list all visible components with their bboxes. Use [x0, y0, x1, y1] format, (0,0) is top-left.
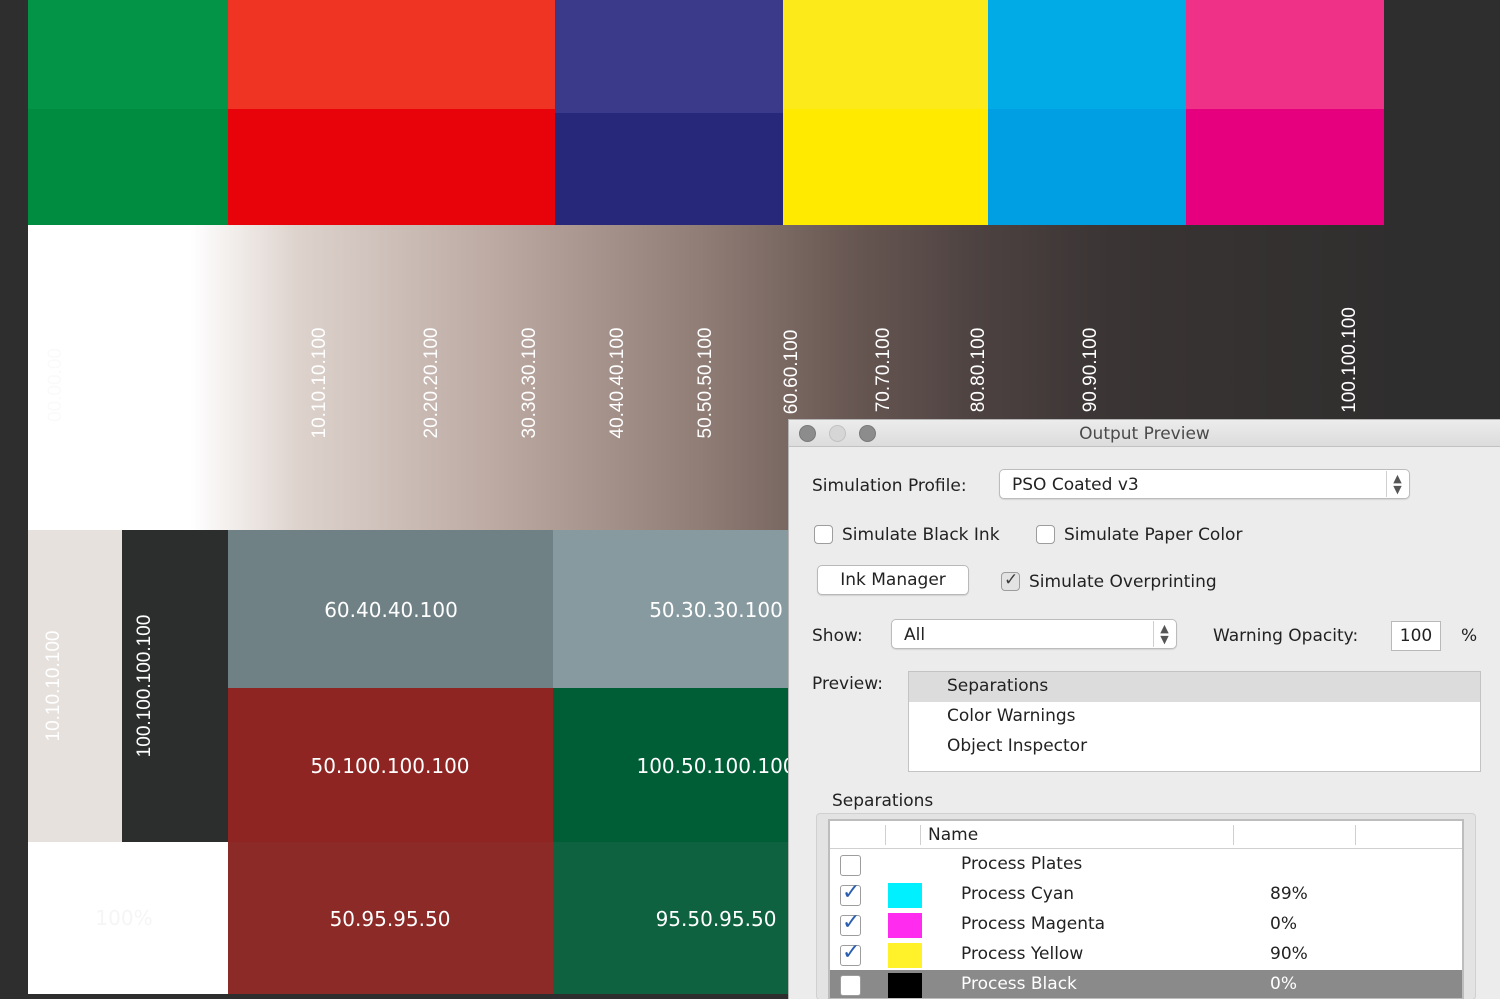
simulate-black-ink-checkbox[interactable] — [814, 525, 833, 544]
simulation-profile-select[interactable]: PSO Coated v3 ▲ ▼ — [999, 469, 1410, 499]
separation-name: Process Magenta — [961, 914, 1106, 934]
gradient-label-8: 80.80.100 — [968, 327, 989, 413]
separation-percent: 0% — [1270, 974, 1297, 994]
gradient-label-faint: 00.00.00 — [45, 348, 66, 422]
preview-item-separations[interactable]: Separations — [909, 672, 1480, 702]
separation-name: Process Cyan — [961, 884, 1075, 904]
simulate-paper-color-checkbox[interactable] — [1036, 525, 1055, 544]
separations-table: Name Process Plates Process Cyan 89% Pro… — [828, 819, 1464, 999]
gradient-label-2: 20.20.20.100 — [421, 327, 442, 439]
swatch-blue-bottom — [555, 113, 783, 225]
preview-item-label: Color Warnings — [947, 706, 1076, 726]
gradient-label-5: 50.50.50.100 — [695, 327, 716, 439]
left-label-light: 10.10.10.100 — [43, 630, 64, 742]
swatch-magenta-top — [1186, 0, 1384, 109]
swatch-yellow-bottom — [783, 109, 988, 225]
show-label: Show: — [812, 626, 863, 646]
swatch-green-bottom — [28, 109, 228, 225]
white-label-faint: 100% — [95, 906, 153, 930]
cell-r1c2-label: 50.30.30.100 — [649, 598, 783, 622]
gradient-label-4: 40.40.40.100 — [607, 327, 628, 439]
gradient-label-7: 70.70.100 — [873, 327, 894, 413]
preview-item-color-warnings[interactable]: Color Warnings — [909, 702, 1480, 732]
simulate-paper-color-label: Simulate Paper Color — [1064, 525, 1243, 545]
column-divider — [1233, 825, 1234, 845]
dialog-title: Output Preview — [1079, 424, 1210, 444]
simulate-overprinting-label: Simulate Overprinting — [1029, 572, 1217, 592]
separation-row-process-magenta[interactable]: Process Magenta 0% — [830, 910, 1462, 940]
stepper-arrows-icon: ▲ ▼ — [1153, 621, 1175, 647]
preview-item-label: Separations — [947, 676, 1049, 696]
gradient-label-9: 90.90.100 — [1080, 327, 1101, 413]
yellow-swatch — [888, 943, 922, 968]
swatch-green-top — [28, 0, 228, 109]
gradient-label-3: 30.30.30.100 — [519, 327, 540, 439]
separations-group-label: Separations — [832, 791, 934, 811]
cell-r2c2-label: 100.50.100.100 — [636, 754, 796, 778]
simulation-profile-value: PSO Coated v3 — [1012, 475, 1139, 495]
preview-item-label: Object Inspector — [947, 736, 1088, 756]
output-preview-dialog: Output Preview Simulation Profile: PSO C… — [788, 419, 1500, 999]
swatch-blue-top — [555, 0, 783, 113]
column-divider — [1355, 825, 1356, 845]
swatch-red-top — [228, 0, 555, 109]
black-swatch — [888, 973, 922, 998]
stepper-arrows-icon: ▲ ▼ — [1386, 471, 1408, 497]
separation-checkbox[interactable] — [840, 910, 861, 936]
show-select[interactable]: All ▲ ▼ — [891, 619, 1177, 649]
separation-row-process-plates[interactable]: Process Plates — [830, 850, 1462, 880]
percent-label: % — [1461, 626, 1478, 646]
preview-label: Preview: — [812, 674, 883, 694]
warning-opacity-label: Warning Opacity: — [1213, 626, 1359, 646]
ink-manager-button[interactable]: Ink Manager — [817, 565, 969, 595]
column-divider — [885, 825, 886, 845]
swatch-red-bottom — [228, 109, 555, 225]
cell-r3c1-label: 50.95.95.50 — [329, 907, 451, 931]
warning-opacity-input[interactable]: 100 — [1391, 621, 1441, 651]
cell-r1c1-label: 60.40.40.100 — [324, 598, 458, 622]
dialog-titlebar[interactable]: Output Preview — [789, 420, 1500, 447]
cell-r2c1-label: 50.100.100.100 — [310, 754, 470, 778]
separation-row-process-yellow[interactable]: Process Yellow 90% — [830, 940, 1462, 970]
column-divider — [920, 825, 921, 845]
separation-percent: 89% — [1270, 884, 1308, 904]
simulate-overprinting-checkbox[interactable] — [1001, 570, 1020, 591]
magenta-swatch — [888, 913, 922, 938]
separation-checkbox[interactable] — [840, 975, 861, 996]
separation-checkbox[interactable] — [840, 855, 861, 876]
separation-name: Process Plates — [961, 854, 1083, 874]
left-label-dark: 100.100.100.100 — [134, 614, 155, 758]
simulation-profile-label: Simulation Profile: — [812, 476, 967, 496]
swatch-cyan-top — [988, 0, 1186, 109]
separation-percent: 90% — [1270, 944, 1308, 964]
separation-name: Process Yellow — [961, 944, 1084, 964]
separation-row-process-cyan[interactable]: Process Cyan 89% — [830, 880, 1462, 910]
cell-r3c2-label: 95.50.95.50 — [655, 907, 777, 931]
separation-name: Process Black — [961, 974, 1077, 994]
cyan-swatch — [888, 883, 922, 908]
simulate-black-ink-label: Simulate Black Ink — [842, 525, 1000, 545]
name-column-header[interactable]: Name — [928, 825, 978, 845]
swatch-magenta-bottom — [1186, 109, 1384, 225]
gradient-label-10: 100.100.100 — [1339, 307, 1360, 413]
preview-item-object-inspector[interactable]: Object Inspector — [909, 732, 1480, 762]
separation-checkbox[interactable] — [840, 940, 861, 966]
separation-percent: 0% — [1270, 914, 1297, 934]
separations-table-header: Name — [830, 821, 1462, 849]
preview-list[interactable]: Separations Color Warnings Object Inspec… — [908, 671, 1481, 772]
gradient-label-1: 10.10.10.100 — [309, 327, 330, 439]
swatch-yellow-top — [783, 0, 988, 109]
swatch-cyan-bottom — [988, 109, 1186, 225]
gradient-label-6: 60.60.100 — [781, 329, 802, 415]
separation-checkbox[interactable] — [840, 880, 861, 906]
show-value: All — [904, 625, 926, 645]
separation-row-process-black[interactable]: Process Black 0% — [830, 970, 1462, 998]
